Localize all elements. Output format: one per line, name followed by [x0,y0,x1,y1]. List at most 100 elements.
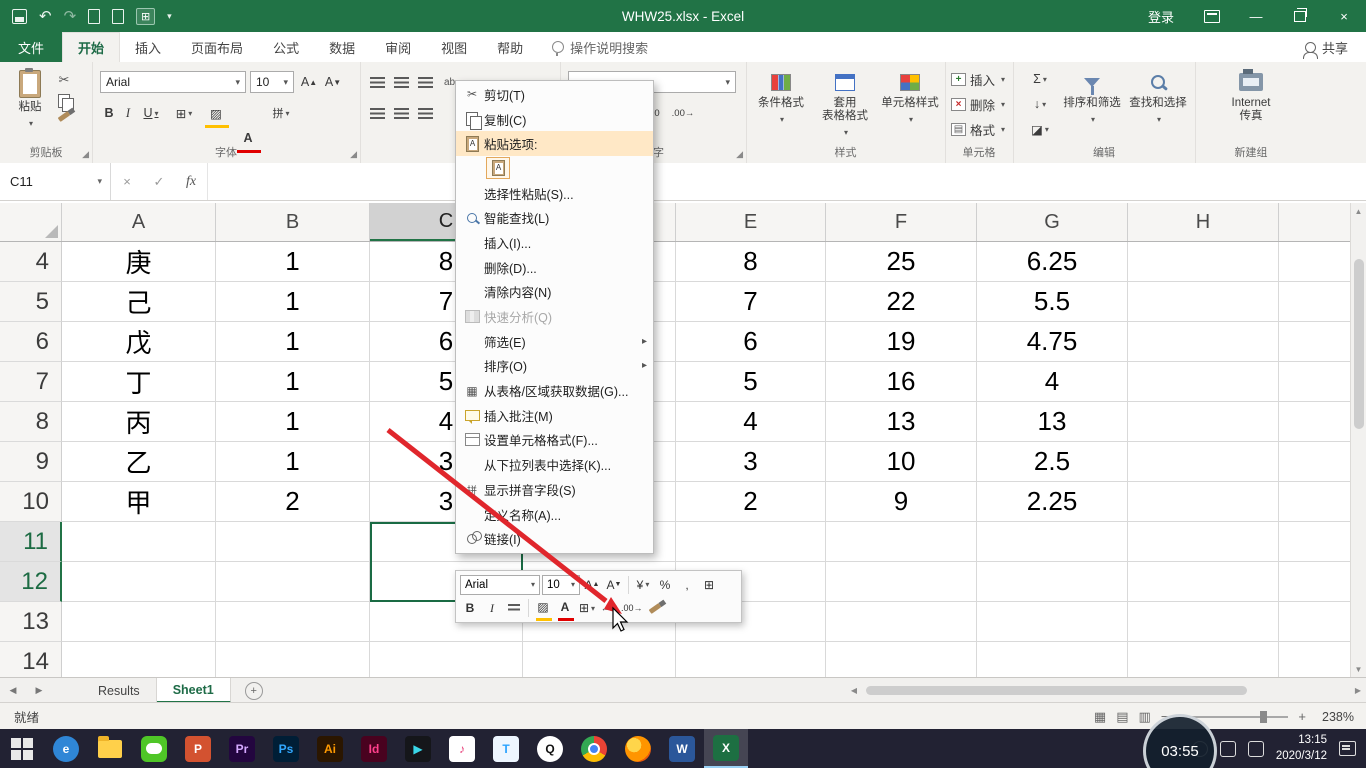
cell-C14[interactable] [370,642,523,677]
fill-color-button[interactable]: ▨ [202,102,230,128]
conditional-formatting-button[interactable]: 条件格式 [750,67,812,141]
menu-item-filter[interactable]: 筛选(E) ▸ [456,329,653,354]
cell-H5[interactable] [1128,282,1279,322]
cell-E10[interactable]: 2 [676,482,826,522]
row-header-14[interactable]: 14 [0,642,62,677]
scroll-down-icon[interactable]: ▼ [1355,661,1363,677]
row-header-12[interactable]: 12 [0,562,62,602]
cell-A8[interactable]: 丙 [62,402,216,442]
cancel-icon[interactable]: × [111,174,143,189]
cell-A10[interactable]: 甲 [62,482,216,522]
page-break-view-icon[interactable]: ▥ [1139,709,1151,725]
cell-A12[interactable] [62,562,216,602]
font-name-combobox[interactable]: Arial [100,71,246,93]
new-file-icon[interactable] [88,8,101,24]
autosum-button[interactable]: Σ [1025,68,1055,90]
format-cells-button[interactable]: ▤ 格式 [951,118,1007,140]
undo-icon[interactable]: ↶ [39,9,52,24]
taskbar-tim-button[interactable]: T [484,729,528,768]
menu-item-pick-from-dropdown[interactable]: 从下拉列表中选择(K)... [456,452,653,477]
row-header-13[interactable]: 13 [0,602,62,642]
cell-F8[interactable]: 13 [826,402,977,442]
taskbar-browser-button[interactable]: e [44,729,88,768]
top-align-button[interactable] [370,71,385,93]
row-header-4[interactable]: 4 [0,242,62,282]
mini-font-color-button[interactable]: A [555,597,575,621]
cell-A14[interactable] [62,642,216,677]
mini-comma-icon[interactable]: , [677,575,697,595]
input-method-icon[interactable] [1247,740,1264,757]
normal-view-icon[interactable]: ▦ [1094,709,1106,725]
vertical-scroll-thumb[interactable] [1353,259,1364,429]
taskbar-excel-button[interactable]: X [704,729,748,768]
taskbar-file-explorer-button[interactable] [88,729,132,768]
mini-format-painter-icon[interactable] [645,598,665,618]
cell-B10[interactable]: 2 [216,482,370,522]
mini-italic-button[interactable]: I [482,598,502,618]
cell-H8[interactable] [1128,402,1279,442]
column-header-F[interactable]: F [826,203,977,241]
taskbar-qq-button[interactable]: Q [528,729,572,768]
cell-B11[interactable] [216,522,370,562]
insert-function-icon[interactable]: fx [175,174,207,190]
cut-icon[interactable]: ✂ [59,72,70,88]
menu-item-clear-contents[interactable]: 清除内容(N) [456,280,653,305]
number-dialog-launcher-icon[interactable] [736,149,743,160]
page-layout-view-icon[interactable]: ▤ [1116,709,1128,725]
cell-G7[interactable]: 4 [977,362,1128,402]
taskbar-word-button[interactable]: W [660,729,704,768]
cell-B6[interactable]: 1 [216,322,370,362]
zoom-level[interactable]: 238% [1316,710,1354,724]
taskbar-music-button[interactable]: ♪ [440,729,484,768]
taskbar-clock[interactable]: 13:15 2020/3/12 [1276,733,1327,764]
menu-item-cut[interactable]: ✂ 剪切(T) [456,82,653,107]
horizontal-scroll-thumb[interactable] [866,686,1247,695]
cell-F9[interactable]: 10 [826,442,977,482]
cell-E9[interactable]: 3 [676,442,826,482]
increase-font-size-button[interactable]: A ▲ [298,71,320,93]
vertical-scrollbar[interactable]: ▲ ▼ [1350,203,1366,677]
mini-font-name-combobox[interactable]: Arial [460,574,540,595]
cell-H14[interactable] [1128,642,1279,677]
underline-button[interactable]: U [138,102,164,124]
cell-E6[interactable]: 6 [676,322,826,362]
new-sheet-icon[interactable]: + [244,681,263,700]
menu-item-sort[interactable]: 排序(O) ▸ [456,354,653,379]
cell-H10[interactable] [1128,482,1279,522]
align-left-button[interactable] [370,102,385,124]
formula-input[interactable] [208,163,1366,200]
decrease-font-size-button[interactable]: A ▼ [322,71,344,93]
column-header-G[interactable]: G [977,203,1128,241]
cell-styles-button[interactable]: 单元格样式 [878,67,942,141]
scroll-right-icon[interactable]: ▶ [1350,686,1366,695]
cell-F12[interactable] [826,562,977,602]
mini-bold-button[interactable]: B [460,598,480,618]
paste-button[interactable]: 粘贴 [8,67,52,141]
tab-insert[interactable]: 插入 [120,32,176,62]
close-button[interactable]: × [1322,0,1366,32]
center-button[interactable] [394,102,409,124]
insert-cells-button[interactable]: + 插入 [951,68,1007,90]
taskbar-video-player-button[interactable]: ▶ [396,729,440,768]
save-icon[interactable] [12,8,27,24]
menu-item-paste-option-values[interactable] [456,156,653,181]
sheet-tab-sheet1[interactable]: Sheet1 [156,678,231,703]
redo-icon[interactable]: ↷ [64,9,77,24]
tab-scroll-right-icon[interactable]: ▶ [26,678,52,703]
font-dialog-launcher-icon[interactable] [350,149,357,160]
sort-filter-button[interactable]: 排序和筛选 [1059,67,1125,141]
taskbar-powerpoint-button[interactable]: P [176,729,220,768]
enter-icon[interactable]: ✓ [143,174,175,190]
restore-button[interactable] [1278,0,1322,32]
tray-pen-icon[interactable] [1219,740,1236,757]
internet-fax-button[interactable]: Internet 传真 [1215,67,1287,141]
paste-icon[interactable] [486,157,510,180]
cell-G10[interactable]: 2.25 [977,482,1128,522]
cell-F10[interactable]: 9 [826,482,977,522]
minimize-button[interactable]: — [1234,0,1278,32]
cell-E14[interactable] [676,642,826,677]
column-header-B[interactable]: B [216,203,370,241]
cell-A11[interactable] [62,522,216,562]
row-header-6[interactable]: 6 [0,322,62,362]
taskbar-indesign-button[interactable]: Id [352,729,396,768]
